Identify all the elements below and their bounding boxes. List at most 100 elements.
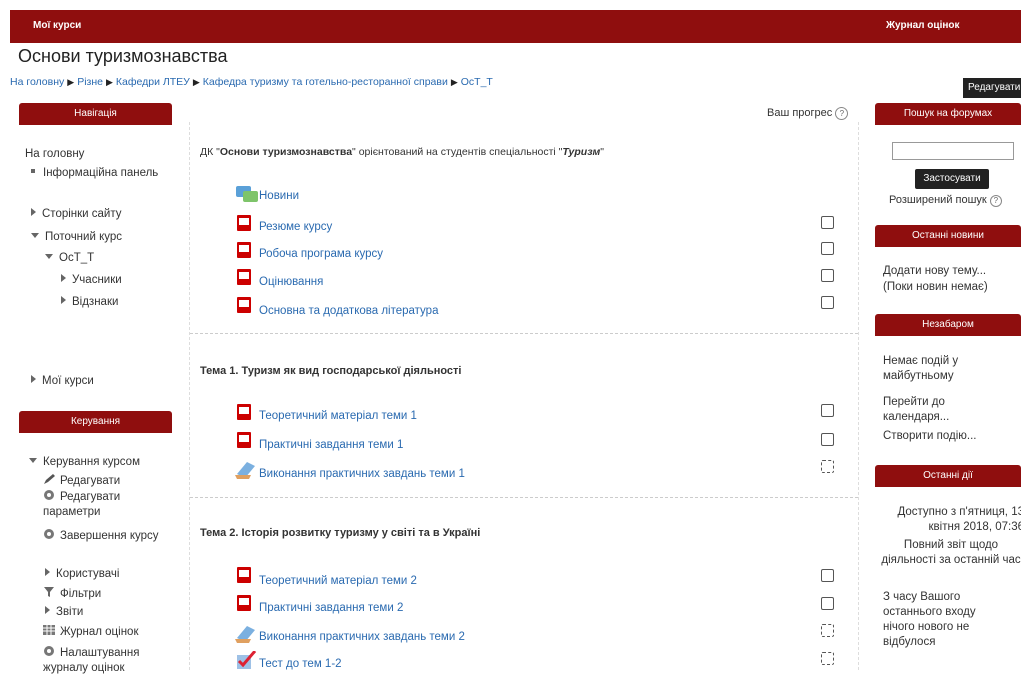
activity-news[interactable]: Новини bbox=[259, 190, 299, 202]
quiz-icon bbox=[237, 651, 257, 669]
pdf-icon bbox=[237, 404, 251, 420]
completion-checkbox[interactable] bbox=[821, 269, 834, 282]
recent-activity-report-link[interactable]: Повний звіт щодо діяльності за останній … bbox=[880, 538, 1021, 568]
upcoming-none: Немає подій у майбутньому bbox=[883, 355, 959, 382]
intro-course-name: Основи туризмознавства bbox=[219, 146, 353, 158]
expand-arrow-icon bbox=[31, 375, 36, 383]
expand-arrow-icon bbox=[45, 606, 50, 614]
topic-1-title: Тема 1. Туризм як вид господарської діял… bbox=[200, 365, 462, 377]
collapse-arrow-icon bbox=[29, 458, 37, 463]
admin-gradebook[interactable]: Журнал оцінок bbox=[43, 624, 138, 640]
help-icon[interactable]: ? bbox=[989, 195, 1002, 207]
completion-checkbox[interactable] bbox=[821, 433, 834, 446]
admin-reports-label: Звіти bbox=[56, 606, 84, 618]
main-left-border bbox=[189, 122, 191, 670]
completion-checkbox-auto[interactable] bbox=[821, 652, 834, 665]
expand-arrow-icon bbox=[45, 568, 50, 576]
intro-middle: " орієнтований на студентів спеціальност… bbox=[352, 146, 563, 158]
activity-assessment[interactable]: Оцінювання bbox=[259, 276, 323, 288]
nav-dashboard-label: Інформаційна панель bbox=[43, 167, 159, 179]
recent-activity-header: Останні дії bbox=[875, 465, 1021, 487]
expand-arrow-icon bbox=[61, 274, 66, 282]
activity-literature[interactable]: Основна та додаткова література bbox=[259, 305, 438, 317]
nav-site-pages[interactable]: Сторінки сайту bbox=[31, 207, 122, 222]
nav-my-courses[interactable]: Мої курси bbox=[31, 374, 94, 389]
news-add-topic[interactable]: Додати нову тему... bbox=[883, 264, 986, 279]
breadcrumb-home[interactable]: На головну bbox=[10, 76, 64, 88]
filter-icon bbox=[44, 587, 54, 597]
breadcrumb-departments[interactable]: Кафедри ЛТЕУ bbox=[116, 76, 190, 88]
my-courses-menu[interactable]: Мої курси bbox=[33, 20, 81, 31]
pencil-icon bbox=[44, 474, 55, 484]
completion-checkbox[interactable] bbox=[821, 242, 834, 255]
forum-search-input[interactable] bbox=[892, 142, 1014, 160]
completion-checkbox[interactable] bbox=[821, 404, 834, 417]
breadcrumb-department[interactable]: Кафедра туризму та готельно-ресторанної … bbox=[203, 76, 448, 88]
nav-participants[interactable]: Учасники bbox=[61, 273, 122, 288]
completion-checkbox-auto[interactable] bbox=[821, 460, 834, 473]
course-intro: ДК "Основи туризмознавства" орієнтований… bbox=[200, 146, 604, 158]
activity-summary[interactable]: Резюме курсу bbox=[259, 221, 332, 233]
pdf-icon bbox=[237, 297, 251, 313]
gear-icon bbox=[44, 646, 54, 656]
admin-edit[interactable]: Редагувати bbox=[43, 473, 120, 489]
intro-specialty: Туризм bbox=[562, 146, 601, 158]
completion-checkbox[interactable] bbox=[821, 597, 834, 610]
news-none: (Поки новин немає) bbox=[883, 281, 988, 293]
top-navbar: Мої курси Журнал оцінок bbox=[10, 10, 1021, 43]
pdf-icon bbox=[237, 242, 251, 258]
forum-search-button[interactable]: Застосувати bbox=[915, 169, 989, 189]
activity-work-program[interactable]: Робоча програма курсу bbox=[259, 248, 383, 260]
gradebook-link[interactable]: Журнал оцінок bbox=[886, 20, 960, 31]
advanced-search-link[interactable]: Розширений пошук ? bbox=[889, 193, 1002, 208]
nav-badges[interactable]: Відзнаки bbox=[61, 295, 118, 310]
admin-users-label: Користувачі bbox=[56, 568, 120, 580]
nav-home[interactable]: На головну bbox=[25, 147, 84, 162]
progress-label: Ваш прогрес bbox=[767, 107, 833, 119]
section-divider bbox=[190, 333, 858, 334]
completion-checkbox[interactable] bbox=[821, 296, 834, 309]
edit-mode-button[interactable]: Редагувати bbox=[963, 78, 1021, 98]
admin-gradebook-label: Журнал оцінок bbox=[60, 626, 139, 638]
assignment-icon bbox=[235, 626, 255, 643]
admin-reports[interactable]: Звіти bbox=[45, 605, 83, 620]
completion-checkbox-auto[interactable] bbox=[821, 624, 834, 637]
completion-checkbox[interactable] bbox=[821, 216, 834, 229]
latest-news-header: Останні новини bbox=[875, 225, 1021, 247]
admin-users[interactable]: Користувачі bbox=[45, 567, 119, 582]
nav-current-course[interactable]: Поточний курс bbox=[31, 230, 122, 245]
pdf-icon bbox=[237, 567, 251, 583]
recent-activity-nothing: З часу Вашого останнього входу нічого но… bbox=[883, 591, 976, 648]
admin-course-admin-label: Керування курсом bbox=[43, 456, 140, 468]
activity-topic2-assignment[interactable]: Виконання практичних завдань теми 2 bbox=[259, 631, 465, 643]
completion-checkbox[interactable] bbox=[821, 569, 834, 582]
activity-topic2-test[interactable]: Тест до тем 1-2 bbox=[259, 658, 342, 670]
breadcrumb-misc[interactable]: Різне bbox=[77, 76, 103, 88]
intro-suffix: " bbox=[600, 146, 604, 158]
admin-edit-settings[interactable]: Редагувати параметри bbox=[43, 489, 163, 520]
activity-topic1-assignment[interactable]: Виконання практичних завдань теми 1 bbox=[259, 468, 465, 480]
goto-calendar-link[interactable]: Перейти до календаря... bbox=[883, 395, 1003, 425]
activity-topic1-practice[interactable]: Практичні завдання теми 1 bbox=[259, 439, 403, 451]
bullet-icon bbox=[31, 169, 35, 173]
nav-dashboard[interactable]: Інформаційна панель bbox=[31, 166, 161, 181]
help-icon[interactable]: ? bbox=[835, 107, 849, 120]
admin-filters-label: Фільтри bbox=[60, 588, 102, 600]
pdf-icon bbox=[237, 595, 251, 611]
create-event-link[interactable]: Створити подію... bbox=[883, 429, 977, 444]
nav-participants-label: Учасники bbox=[72, 274, 122, 286]
activity-topic1-theory[interactable]: Теоретичний матеріал теми 1 bbox=[259, 410, 417, 422]
admin-course-admin[interactable]: Керування курсом bbox=[29, 455, 140, 470]
collapse-arrow-icon bbox=[31, 233, 39, 238]
pdf-icon bbox=[237, 215, 251, 231]
gear-icon bbox=[44, 490, 54, 500]
admin-filters[interactable]: Фільтри bbox=[43, 586, 101, 602]
activity-topic2-theory[interactable]: Теоретичний матеріал теми 2 bbox=[259, 575, 417, 587]
nav-course-item[interactable]: ОсТ_Т bbox=[45, 251, 94, 266]
nav-course-label: ОсТ_Т bbox=[59, 252, 95, 264]
admin-course-completion[interactable]: Завершення курсу bbox=[43, 528, 163, 544]
admin-gradebook-setup[interactable]: Налаштування журналу оцінок bbox=[43, 645, 163, 676]
collapse-arrow-icon bbox=[45, 254, 53, 259]
activity-topic2-practice[interactable]: Практичні завдання теми 2 bbox=[259, 602, 403, 614]
breadcrumb-course[interactable]: ОсТ_Т bbox=[461, 76, 493, 88]
